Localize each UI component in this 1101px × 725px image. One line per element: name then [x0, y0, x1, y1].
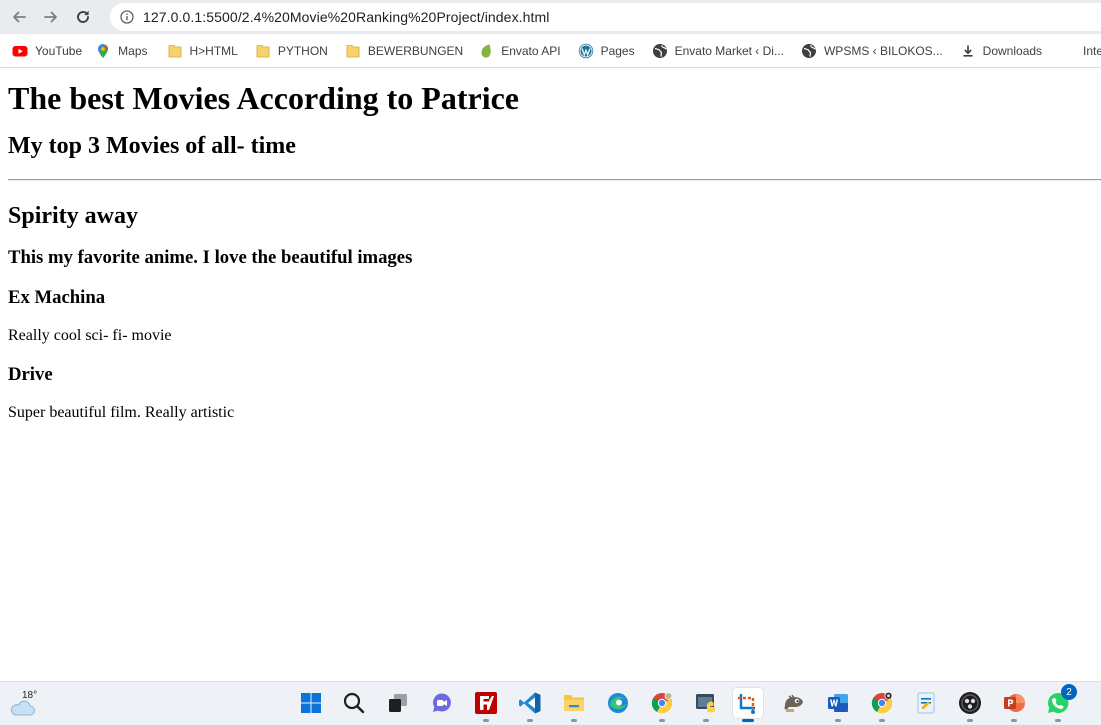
address-bar[interactable]: 127.0.0.1:5500/2.4%20Movie%20Ranking%20P… [110, 3, 1101, 31]
youtube-icon [12, 43, 28, 59]
folder-icon [167, 43, 183, 59]
reload-button[interactable] [70, 4, 96, 30]
bookmark-folder-html[interactable]: H>HTML [161, 38, 244, 64]
page-content: The best Movies According to Patrice My … [0, 70, 1101, 681]
start-button[interactable] [296, 688, 326, 718]
chrome-alt-icon [871, 691, 893, 714]
whatsapp-app[interactable]: 2 [1043, 684, 1077, 722]
task-view-icon [389, 694, 407, 712]
globe-icon [652, 43, 668, 59]
filezilla-icon [475, 692, 497, 714]
filezilla-app[interactable] [471, 688, 501, 722]
chrome-icon [651, 692, 673, 714]
site-info-icon[interactable] [120, 10, 134, 24]
weather-widget[interactable]: 18° [8, 688, 42, 720]
globe-icon [801, 43, 817, 59]
movie-2-description: Really cool sci- fi- movie [8, 327, 172, 344]
forward-button[interactable] [38, 4, 64, 30]
bookmark-interpella[interactable]: Interpella [1077, 38, 1101, 64]
edge-app[interactable] [603, 688, 633, 718]
powerpoint-app[interactable] [999, 688, 1029, 722]
movie-2-title: Ex Machina [8, 287, 106, 308]
file-explorer-icon [564, 695, 584, 711]
python-app[interactable] [691, 688, 721, 722]
movie-3-title: Drive [8, 364, 53, 385]
cloud-icon [11, 700, 35, 716]
gimp-app[interactable] [779, 688, 809, 718]
bookmark-downloads[interactable]: Downloads [954, 38, 1048, 64]
url-text: 127.0.0.1:5500/2.4%20Movie%20Ranking%20P… [143, 9, 550, 25]
bookmarks-bar: YouTube Maps H>HTML PYTHON BEWERBUNGEN E… [0, 34, 1101, 68]
obs-app[interactable] [955, 688, 985, 722]
download-icon [960, 43, 976, 59]
chrome-app[interactable] [647, 688, 677, 722]
python-app-icon [696, 694, 715, 713]
vscode-icon [519, 692, 541, 714]
obs-icon [959, 692, 981, 714]
snipping-tool-icon [738, 694, 755, 714]
chat-button[interactable] [427, 688, 457, 718]
back-button[interactable] [6, 4, 32, 30]
file-explorer-app[interactable] [559, 688, 589, 722]
bookmark-maps[interactable]: Maps [89, 38, 153, 64]
bookmark-folder-bewerbungen[interactable]: BEWERBUNGEN [339, 38, 469, 64]
divider [8, 179, 1101, 181]
taskbar-search[interactable] [339, 688, 369, 718]
bookmark-envato-market[interactable]: Envato Market ‹ Di... [646, 38, 790, 64]
start-icon [301, 693, 321, 713]
page-title: The best Movies According to Patrice [8, 80, 519, 116]
word-icon [828, 694, 848, 712]
task-view-button[interactable] [383, 688, 413, 718]
whatsapp-badge: 2 [1061, 684, 1077, 700]
bookmark-folder-python[interactable]: PYTHON [249, 38, 334, 64]
movie-3-description: Super beautiful film. Really artistic [8, 404, 235, 421]
folder-icon [255, 43, 271, 59]
chat-icon [433, 693, 451, 712]
reload-icon [77, 10, 89, 23]
gimp-icon [784, 694, 803, 712]
page-subtitle: My top 3 Movies of all- time [8, 133, 296, 159]
bookmark-pages[interactable]: Pages [572, 38, 641, 64]
browser-toolbar: 127.0.0.1:5500/2.4%20Movie%20Ranking%20P… [0, 0, 1101, 34]
taskbar: 18° 2 [0, 681, 1101, 725]
edge-icon [608, 693, 628, 713]
maps-icon [95, 43, 111, 59]
word-app[interactable] [823, 688, 853, 722]
arrow-right-icon [44, 11, 57, 23]
arrow-left-icon [13, 11, 26, 23]
movie-1-description: This my favorite anime. I love the beaut… [8, 247, 413, 268]
folder-icon [345, 43, 361, 59]
movie-1-title: Spirity away [8, 203, 139, 229]
wordpress-icon [578, 43, 594, 59]
search-icon [343, 692, 365, 714]
bookmark-youtube[interactable]: YouTube [0, 38, 88, 64]
bookmark-wpsms[interactable]: WPSMS ‹ BILOKOS... [795, 38, 949, 64]
powerpoint-icon [1004, 694, 1025, 712]
vscode-app[interactable] [515, 688, 545, 722]
notepad-app[interactable] [911, 688, 941, 718]
snipping-tool-app[interactable] [733, 688, 763, 722]
chrome-alt-app[interactable] [867, 688, 897, 722]
notepad-icon [917, 692, 935, 714]
envato-icon [478, 43, 494, 59]
bookmark-envato-api[interactable]: Envato API [472, 38, 566, 64]
